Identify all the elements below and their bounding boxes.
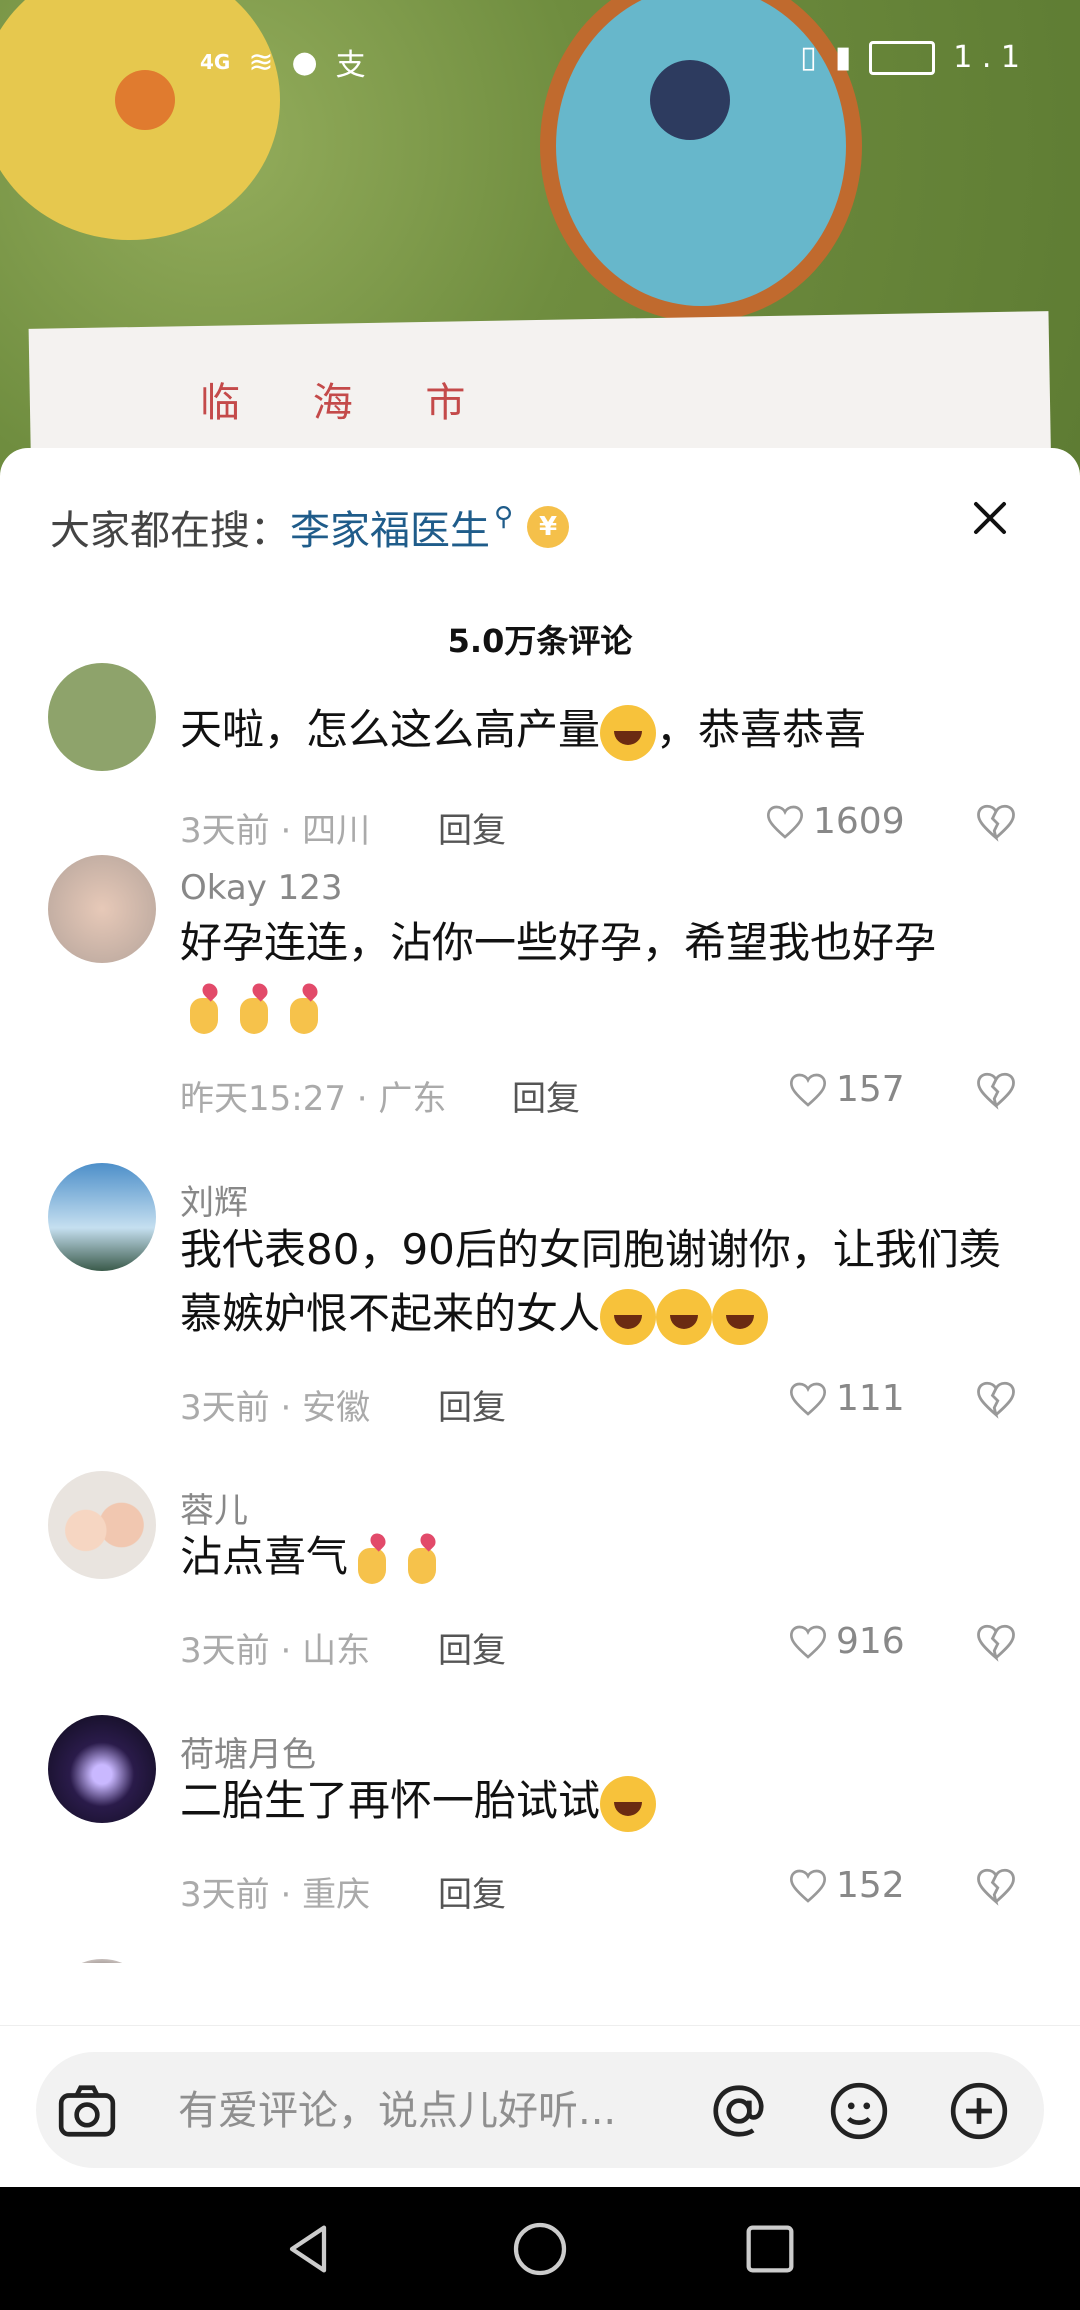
laughing-emoji [712, 1288, 769, 1345]
heart-hand-emoji [280, 982, 330, 1038]
close-icon [974, 502, 1006, 534]
laughing-emoji [600, 704, 657, 761]
comment-meta: 3天前 · 重庆 [180, 1875, 371, 1915]
paper-text: 临 海 市 [200, 380, 496, 426]
broken-heart-icon[interactable] [975, 1865, 1017, 1907]
heart-icon [789, 1625, 827, 1659]
broken-heart-icon[interactable] [975, 1621, 1017, 1663]
comment-meta: 3天前 · 四川 [180, 811, 371, 851]
comment-text: 我代表80，90后的女同胞谢谢你，让我们羡慕嫉妒恨不起来的女人 [180, 1218, 1020, 1346]
mention-icon[interactable] [708, 2080, 770, 2142]
back-icon[interactable] [276, 2217, 340, 2281]
reply-button[interactable]: 回复 [438, 1623, 506, 1672]
comment-meta: 3天前 · 山东 [180, 1631, 371, 1671]
comment-username[interactable]: 刘辉 [180, 1175, 248, 1224]
avatar[interactable] [48, 1471, 156, 1579]
like-count: 916 [836, 1621, 905, 1662]
laughing-emoji [600, 1288, 657, 1345]
heart-icon [789, 1073, 827, 1107]
battery-level: 1 . 1 [953, 40, 1020, 75]
vibrate-icon: ▯ [800, 40, 817, 75]
comment-input-pill [36, 2052, 1044, 2168]
coin-icon: ¥ [527, 506, 570, 548]
heart-hand-emoji [180, 982, 230, 1038]
home-icon[interactable] [508, 2217, 572, 2281]
wifi-icon: ≋ [248, 44, 274, 80]
comment-text: 天啦，怎么这么高产量 ，恭喜恭喜 [180, 698, 1020, 762]
avatar[interactable] [48, 1715, 156, 1823]
like-button[interactable]: 157 [788, 1069, 905, 1110]
avatar[interactable] [48, 1163, 156, 1271]
reply-button[interactable]: 回复 [438, 1867, 506, 1916]
recents-icon[interactable] [738, 2217, 802, 2281]
like-button[interactable]: 152 [788, 1865, 905, 1906]
paper-card [28, 311, 1052, 470]
broken-heart-icon[interactable] [975, 1378, 1017, 1420]
comment-input[interactable] [176, 2082, 700, 2140]
comment-username[interactable]: Okay 123 [180, 868, 343, 908]
comment-meta: 3天前 · 安徽 [180, 1388, 371, 1428]
heart-icon [789, 1869, 827, 1903]
heart-hand-emoji [398, 1532, 448, 1588]
like-button[interactable]: 111 [788, 1378, 905, 1419]
trending-search-term[interactable]: 李家福医生 [290, 498, 490, 556]
search-icon: ⚲ [494, 502, 514, 532]
camera-icon[interactable] [56, 2080, 118, 2142]
broken-heart-icon[interactable] [975, 801, 1017, 843]
alipay-icon: 支 [335, 48, 366, 83]
like-count: 152 [836, 1865, 905, 1906]
laughing-emoji [600, 1775, 657, 1832]
laughing-emoji [656, 1288, 713, 1345]
heart-hand-emoji [230, 982, 280, 1038]
broken-heart-icon[interactable] [975, 1069, 1017, 1111]
reply-button[interactable]: 回复 [438, 803, 506, 852]
comment-meta: 昨天15:27 · 广东 [180, 1079, 447, 1119]
comments-sheet: 大家都在搜： 李家福医生 ⚲ ¥ 5.0万条评论 天啦，怎么这么高产量 ，恭喜恭喜… [0, 448, 1080, 2188]
like-count: 1609 [813, 801, 905, 842]
comment-text: 沾点喜气 [180, 1525, 1020, 1589]
system-nav-bar [0, 2187, 1080, 2310]
wechat-icon: ● [291, 44, 318, 80]
close-button[interactable] [960, 488, 1020, 548]
like-count: 111 [836, 1378, 905, 1419]
status-bar: 4G ≋ ● 支 ▯ ▮ 1 . 1 [0, 40, 1080, 90]
comment-list[interactable]: 天啦，怎么这么高产量 ，恭喜恭喜 3天前 · 四川 回复 1609 Okay 12… [0, 663, 1080, 1963]
avatar[interactable] [48, 855, 156, 963]
emoji-icon[interactable] [828, 2080, 890, 2142]
battery-icon [869, 40, 936, 75]
reply-button[interactable]: 回复 [512, 1071, 580, 1120]
like-button[interactable]: 1609 [765, 801, 905, 842]
heart-icon [789, 1382, 827, 1416]
like-button[interactable]: 916 [788, 1621, 905, 1662]
trending-search[interactable]: 大家都在搜： 李家福医生 ⚲ ¥ [50, 492, 570, 562]
like-count: 157 [836, 1069, 905, 1110]
add-icon[interactable] [948, 2080, 1010, 2142]
comment-count: 5.0万条评论 [447, 622, 633, 660]
reply-button[interactable]: 回复 [438, 1380, 506, 1429]
avatar[interactable] [48, 663, 156, 771]
heart-hand-emoji [348, 1532, 398, 1588]
avatar[interactable] [48, 1959, 156, 1963]
heart-icon [766, 805, 804, 839]
network-indicator: 4G [200, 50, 231, 74]
signal-icon: ▮ [834, 40, 852, 75]
comment-text: 好孕连连，沾你一些好孕，希望我也好孕 [180, 911, 1020, 1039]
comment-text: 二胎生了再怀一胎试试 [180, 1769, 1020, 1833]
trending-search-prefix: 大家都在搜： [50, 508, 290, 554]
comment-input-bar [0, 2025, 1080, 2188]
